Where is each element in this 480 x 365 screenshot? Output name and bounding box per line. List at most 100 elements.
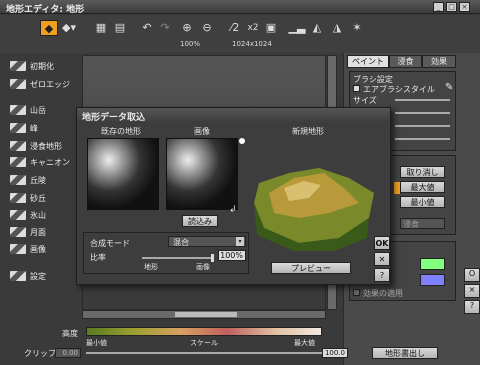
mountain-icon <box>10 105 26 115</box>
blend-mode-select[interactable]: 混合 ▾ <box>168 236 246 247</box>
toolbar: ◆ ◆▾ ▦ ▤ ↶ ↷ ⊕ ⊖ 100% ⁄2 x2 ▣ 1024x1024 … <box>0 15 480 53</box>
apply-effect-label: 効果の適用 <box>363 289 403 298</box>
sidebar-item-init[interactable]: 初期化 <box>10 59 54 73</box>
tab-erosion[interactable]: 浸食 <box>389 55 422 68</box>
rotate-icon[interactable]: ↲ <box>229 205 237 215</box>
mirror-icon[interactable]: ◮ <box>328 20 346 36</box>
write-terrain-button[interactable]: 地形書出し <box>372 347 438 359</box>
strength-slider[interactable] <box>395 112 450 114</box>
sidebar-item-label: 山岳 <box>30 105 46 115</box>
sidebar-item-peak[interactable]: 峰 <box>10 121 38 135</box>
max-caption: 最大値 <box>294 339 315 347</box>
sidebar-item-mountain[interactable]: 山岳 <box>10 103 46 117</box>
softness-slider[interactable] <box>395 138 450 140</box>
ratio-value-field[interactable]: 100% <box>218 250 246 261</box>
load-button[interactable]: 読込み <box>182 215 218 227</box>
green-swatch[interactable] <box>420 258 445 270</box>
dunes-icon <box>10 193 26 203</box>
side-help-button[interactable]: ? <box>464 300 480 314</box>
ok-button[interactable]: OK <box>374 236 390 250</box>
image-label: 画像 <box>194 127 210 136</box>
airbrush-checkbox[interactable] <box>353 85 360 92</box>
scroll-thumb[interactable] <box>175 312 237 317</box>
undo-icon[interactable]: ↶ <box>138 20 156 36</box>
dialog-title-bar: 地形データ取込 <box>77 108 390 123</box>
ratio-slider[interactable] <box>142 254 214 262</box>
ratio-slider-thumb[interactable] <box>211 254 214 262</box>
min-caption: 最小値 <box>86 339 107 347</box>
sidebar-item-hills[interactable]: 丘陵 <box>10 173 46 187</box>
max-button[interactable]: 最大値 <box>400 181 445 193</box>
title-bar: 地形エディタ: 地形 _ □ × <box>0 0 480 15</box>
sidebar-item-label: キャニオン <box>30 157 70 167</box>
pin-icon[interactable]: ✎ <box>445 82 453 93</box>
preview-button[interactable]: プレビュー <box>271 262 351 274</box>
close-button[interactable]: × <box>459 2 470 12</box>
new-terrain-label: 新規地形 <box>292 127 324 136</box>
import-dialog: 地形データ取込 既存の地形 画像 新規地形 読込み ↲ 合成モード 混合 ▾ 比… <box>76 107 391 285</box>
sidebar-item-eroded[interactable]: 浸食地形 <box>10 139 62 153</box>
tab-effects[interactable]: 効果 <box>422 55 456 68</box>
side-cancel-button[interactable]: × <box>464 284 480 298</box>
min-button[interactable]: 最小値 <box>400 196 445 208</box>
image-preview <box>166 138 238 210</box>
existing-terrain-label: 既存の地形 <box>101 127 141 136</box>
sidebar-item-lunar[interactable]: 月面 <box>10 225 46 239</box>
image-icon <box>10 244 26 254</box>
sidebar-item-dunes[interactable]: 砂丘 <box>10 191 46 205</box>
ratio-right-label: 画像 <box>196 263 210 271</box>
clip-max-field[interactable]: 100.0 <box>322 348 348 358</box>
blend-mode-value: 混合 <box>173 238 189 247</box>
clip-slider[interactable] <box>86 352 322 354</box>
peak-icon <box>10 123 26 133</box>
sidebar-item-zero-edge[interactable]: ゼロエッジ <box>10 77 70 91</box>
scale-caption: スケール <box>190 339 218 347</box>
histogram-icon[interactable]: ▁▃ <box>288 20 306 36</box>
sidebar-item-label: 設定 <box>30 271 46 281</box>
size-slider[interactable] <box>395 99 450 101</box>
sidebar-item-label: 氷山 <box>30 210 46 220</box>
maximize-button[interactable]: □ <box>446 2 457 12</box>
grid-view-icon[interactable]: ▦ <box>92 20 110 36</box>
ratio-label: 比率 <box>90 253 106 262</box>
zoom-level: 100% <box>180 40 201 48</box>
zoom-out-icon[interactable]: ⊖ <box>198 20 216 36</box>
sidebar-item-canyon[interactable]: キャニオン <box>10 155 70 169</box>
ratio-left-label: 地形 <box>144 263 158 271</box>
falloff-slider[interactable] <box>395 125 450 127</box>
window-title: 地形エディタ: 地形 <box>6 5 85 15</box>
apply-effect-checkbox[interactable] <box>353 289 360 296</box>
effect-icon[interactable]: ✶ <box>348 20 366 36</box>
sidebar-item-image[interactable]: 画像 <box>10 242 46 256</box>
terrain-dropdown-icon[interactable]: ◆▾ <box>60 20 78 36</box>
redo-icon[interactable]: ↷ <box>156 20 174 36</box>
clip-label: クリップ <box>24 349 56 358</box>
sidebar-item-glacier[interactable]: 氷山 <box>10 208 46 222</box>
minimize-button[interactable]: _ <box>433 2 444 12</box>
blue-swatch[interactable] <box>420 274 445 286</box>
zero-edge-icon <box>10 79 26 89</box>
double-size-icon[interactable]: x2 <box>244 20 262 36</box>
sidebar-item-settings[interactable]: 設定 <box>10 269 46 283</box>
height-gradient-bar[interactable] <box>86 327 322 336</box>
terrain-mode-icon[interactable]: ◆ <box>40 20 58 36</box>
new-terrain-3d-preview <box>254 168 374 251</box>
erosion-select[interactable]: 浸食 <box>400 218 445 229</box>
help-button[interactable]: ? <box>374 268 390 282</box>
flip-icon[interactable]: ◭ <box>308 20 326 36</box>
tab-paint[interactable]: ペイント <box>347 55 389 68</box>
cancel-button[interactable]: ✕ <box>374 252 390 266</box>
clip-min-field[interactable]: 0.00 <box>55 348 81 358</box>
side-ok-button[interactable]: O <box>464 268 480 282</box>
half-size-icon[interactable]: ⁄2 <box>226 20 244 36</box>
blend-group: 合成モード 混合 ▾ 比率 地形 画像 100% <box>83 232 249 274</box>
chevron-down-icon[interactable]: ▾ <box>236 237 244 246</box>
undo-button[interactable]: 取り消し <box>400 166 445 178</box>
airbrush-label: エアブラシスタイル <box>363 85 435 94</box>
list-view-icon[interactable]: ▤ <box>111 20 129 36</box>
resize-icon[interactable]: ▣ <box>262 20 280 36</box>
hills-icon <box>10 175 26 185</box>
image-corner-icon[interactable] <box>239 138 245 144</box>
zoom-in-icon[interactable]: ⊕ <box>178 20 196 36</box>
size-label: サイズ <box>353 96 377 105</box>
